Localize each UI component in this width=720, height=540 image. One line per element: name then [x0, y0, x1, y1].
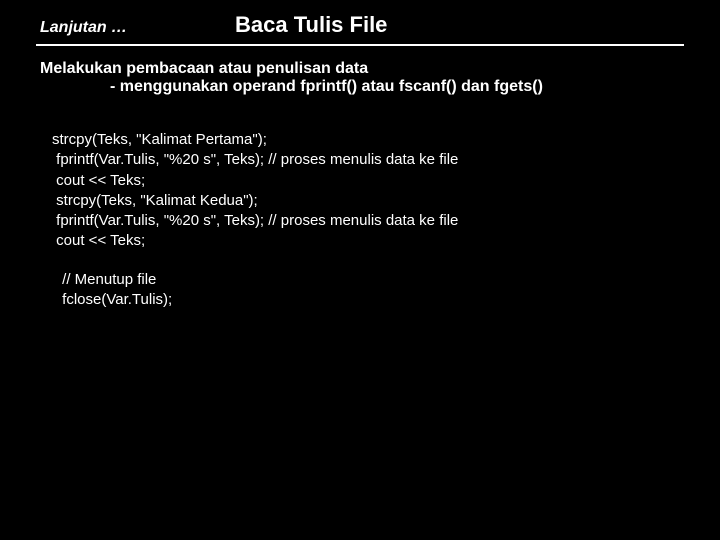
header-row: Lanjutan … Baca Tulis File — [0, 12, 720, 44]
desc2-mid1: atau — [357, 78, 399, 95]
keyword-fscanf: fscanf() — [399, 78, 457, 95]
desc2-prefix: - menggunakan operand — [110, 78, 300, 95]
code-line: fprintf(Var.Tulis, "%20 s", Teks); // pr… — [52, 211, 720, 231]
code-line: cout << Teks; — [52, 171, 720, 191]
code-block-2: // Menutup file fclose(Var.Tulis); — [52, 270, 720, 311]
divider — [36, 44, 684, 46]
page-title: Baca Tulis File — [235, 12, 387, 38]
code-line: strcpy(Teks, "Kalimat Pertama"); — [52, 130, 720, 150]
code-line: strcpy(Teks, "Kalimat Kedua"); — [52, 191, 720, 211]
code-line: cout << Teks; — [52, 231, 720, 251]
desc2-mid2: dan — [457, 78, 494, 95]
description-line-1: Melakukan pembacaan atau penulisan data — [0, 60, 720, 78]
code-block: strcpy(Teks, "Kalimat Pertama"); fprintf… — [0, 96, 720, 310]
code-comment: // Menutup file — [58, 270, 720, 290]
continued-label: Lanjutan … — [40, 19, 235, 37]
keyword-fprintf: fprintf() — [300, 78, 357, 95]
keyword-fgets: fgets() — [494, 78, 543, 95]
description-line-2: - menggunakan operand fprintf() atau fsc… — [0, 78, 720, 96]
code-line: fclose(Var.Tulis); — [58, 290, 720, 310]
code-line: fprintf(Var.Tulis, "%20 s", Teks); // pr… — [52, 150, 720, 170]
